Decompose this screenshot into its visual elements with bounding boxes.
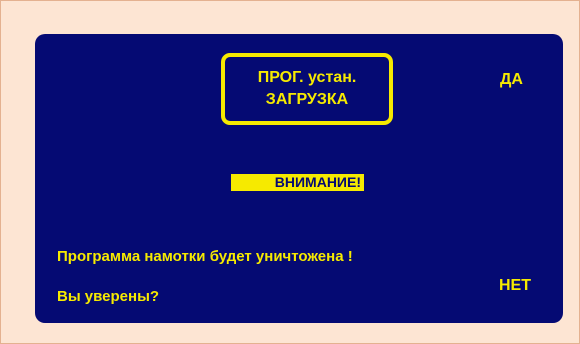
title-line-1: ПРОГ. устан. [257,69,357,86]
message-line-2: Вы уверены? [57,288,160,305]
title-box: ПРОГ. устан. ЗАГРУЗКА [221,53,393,125]
yes-button[interactable]: ДА [500,71,523,89]
page: ПРОГ. устан. ЗАГРУЗКА ДА ВНИМАНИЕ! Прогр… [0,0,580,344]
no-button[interactable]: НЕТ [499,277,531,295]
warning-badge: ВНИМАНИЕ! [231,174,364,191]
title-line-2: ЗАГРУЗКА [265,91,349,108]
confirmation-screen: ПРОГ. устан. ЗАГРУЗКА ДА ВНИМАНИЕ! Прогр… [35,34,563,323]
message-line-1: Программа намотки будет уничтожена ! [57,248,353,265]
